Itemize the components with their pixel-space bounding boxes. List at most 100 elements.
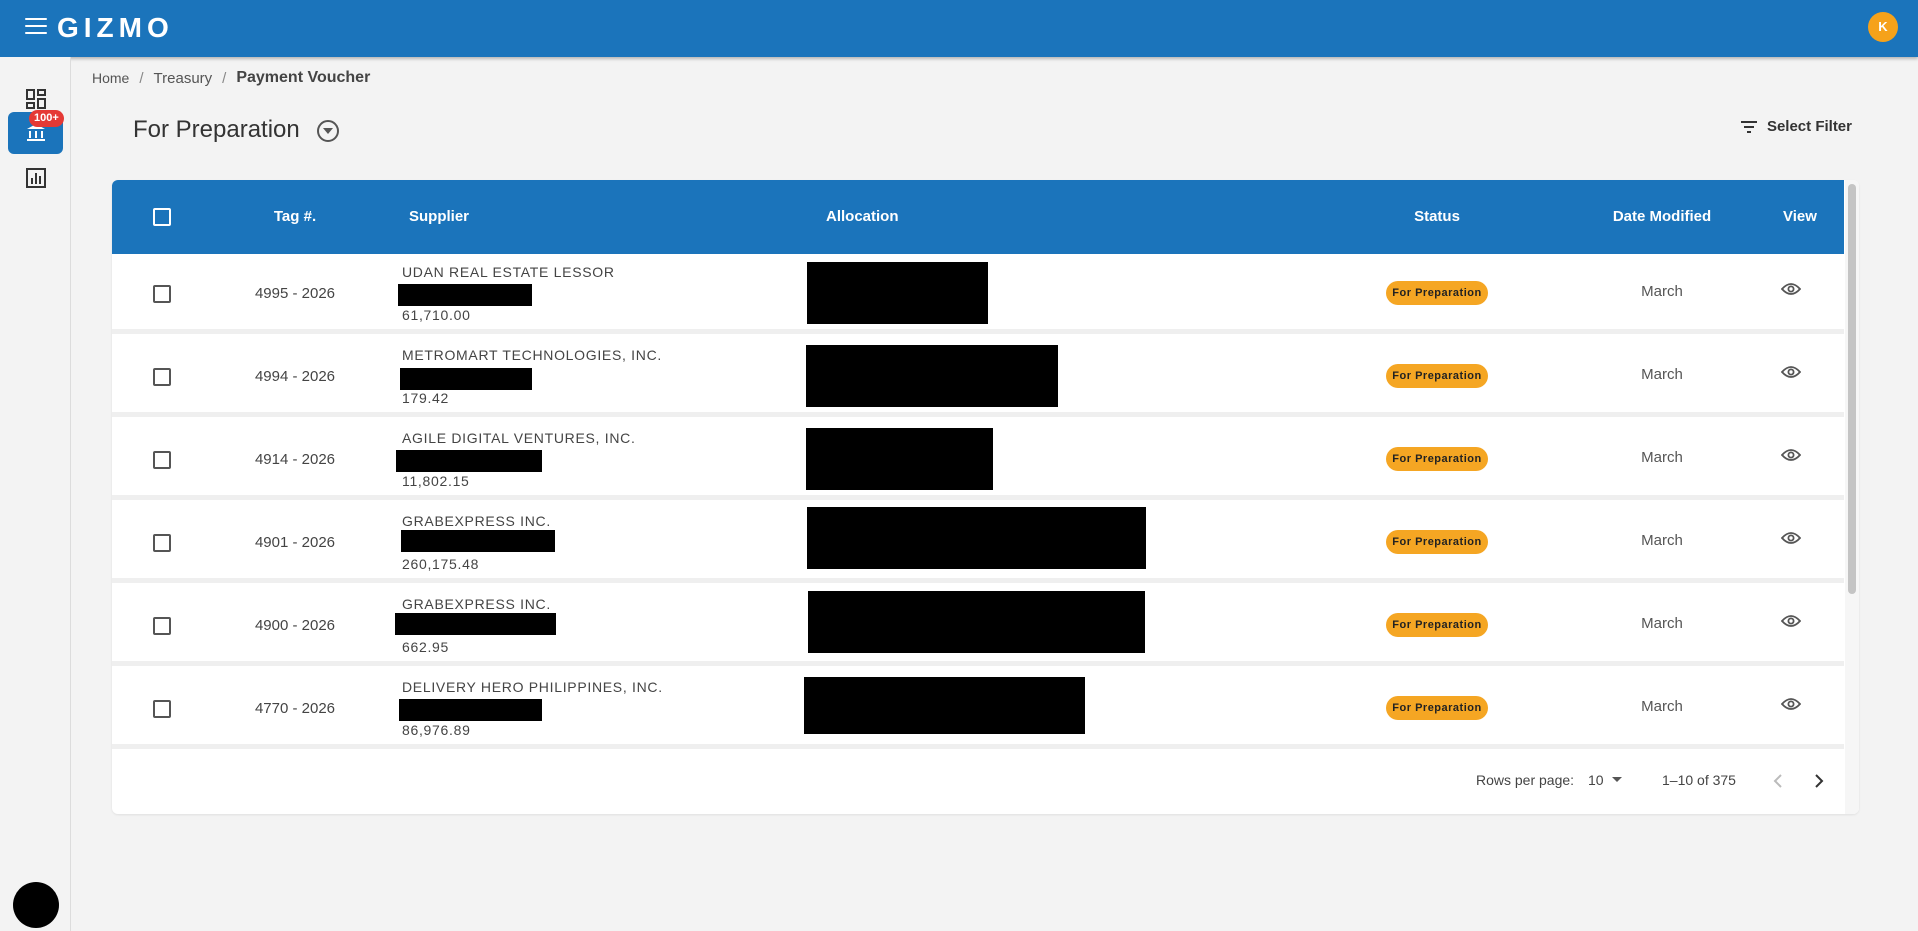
- tag-number: 4901 - 2026: [254, 534, 336, 551]
- header-date-modified[interactable]: Date Modified: [1582, 208, 1742, 225]
- date-modified: March: [1641, 449, 1683, 466]
- supplier-amount: 662.95: [402, 639, 450, 655]
- supplier-name: UDAN REAL ESTATE LESSOR: [402, 264, 615, 280]
- rows-per-page-value: 10: [1588, 772, 1604, 788]
- redacted-allocation: [808, 591, 1145, 653]
- view-dropdown-button[interactable]: [317, 120, 339, 142]
- tag-number: 4994 - 2026: [254, 368, 336, 385]
- help-fab[interactable]: [13, 882, 59, 928]
- date-modified: March: [1641, 532, 1683, 549]
- table-row[interactable]: 4914 - 2026 AGILE DIGITAL VENTURES, INC.…: [112, 420, 1844, 500]
- header-supplier[interactable]: Supplier: [409, 208, 469, 225]
- eye-icon[interactable]: [1781, 282, 1801, 296]
- side-nav: 100+: [0, 57, 71, 931]
- app-logo[interactable]: GIZMO: [57, 12, 174, 44]
- page-title: For Preparation: [133, 116, 300, 143]
- table-row[interactable]: 4900 - 2026 GRABEXPRESS INC. 662.95 For …: [112, 586, 1844, 666]
- redacted-allocation: [807, 507, 1146, 569]
- supplier-amount: 11,802.15: [402, 473, 470, 489]
- filter-icon: [1740, 120, 1757, 133]
- header-view: View: [1783, 208, 1817, 225]
- row-checkbox[interactable]: [153, 451, 171, 469]
- redacted-allocation: [807, 262, 988, 324]
- date-modified: March: [1641, 366, 1683, 383]
- supplier-name: METROMART TECHNOLOGIES, INC.: [402, 347, 662, 363]
- status-badge: For Preparation: [1386, 530, 1488, 554]
- top-app-bar: GIZMO K: [0, 0, 1918, 57]
- breadcrumb-separator: /: [139, 69, 144, 87]
- redacted-block: [395, 613, 556, 635]
- bar-chart-icon: [25, 168, 46, 188]
- nav-treasury[interactable]: 100+: [8, 110, 64, 154]
- redacted-allocation: [804, 677, 1085, 734]
- row-checkbox[interactable]: [153, 617, 171, 635]
- header-status[interactable]: Status: [1412, 208, 1462, 225]
- chevron-left-icon[interactable]: [1773, 774, 1783, 788]
- hamburger-menu-icon[interactable]: [25, 18, 47, 36]
- status-badge: For Preparation: [1386, 281, 1488, 305]
- row-checkbox[interactable]: [153, 368, 171, 386]
- redacted-block: [401, 530, 555, 552]
- eye-icon[interactable]: [1781, 448, 1801, 462]
- header-tag[interactable]: Tag #.: [252, 208, 338, 225]
- table-row[interactable]: 4994 - 2026 METROMART TECHNOLOGIES, INC.…: [112, 337, 1844, 417]
- eye-icon[interactable]: [1781, 365, 1801, 379]
- table-header: Tag #. Supplier Allocation Status Date M…: [112, 180, 1844, 254]
- tag-number: 4914 - 2026: [254, 451, 336, 468]
- supplier-amount: 61,710.00: [402, 307, 471, 323]
- status-badge: For Preparation: [1386, 364, 1488, 388]
- eye-icon[interactable]: [1781, 614, 1801, 628]
- scrollbar-thumb[interactable]: [1848, 184, 1856, 594]
- table-scrollbar[interactable]: [1845, 180, 1859, 814]
- table-row[interactable]: 4995 - 2026 UDAN REAL ESTATE LESSOR 61,7…: [112, 254, 1844, 334]
- tag-number: 4995 - 2026: [254, 285, 336, 302]
- select-all-checkbox[interactable]: [153, 208, 171, 226]
- header-allocation[interactable]: Allocation: [826, 208, 899, 225]
- tag-number: 4900 - 2026: [254, 617, 336, 634]
- tag-number: 4770 - 2026: [254, 700, 336, 717]
- breadcrumb-treasury[interactable]: Treasury: [154, 70, 213, 87]
- supplier-amount: 86,976.89: [402, 722, 471, 738]
- date-modified: March: [1641, 283, 1683, 300]
- chevron-right-icon[interactable]: [1814, 774, 1824, 788]
- nav-reports[interactable]: [8, 157, 63, 199]
- row-checkbox[interactable]: [153, 534, 171, 552]
- redacted-block: [399, 699, 542, 721]
- dashboard-icon: [25, 89, 46, 109]
- eye-icon[interactable]: [1781, 697, 1801, 711]
- rows-per-page-select[interactable]: 10: [1588, 772, 1622, 788]
- redacted-allocation: [806, 428, 993, 490]
- date-modified: March: [1641, 698, 1683, 715]
- eye-icon[interactable]: [1781, 531, 1801, 545]
- table-row[interactable]: 4770 - 2026 DELIVERY HERO PHILIPPINES, I…: [112, 669, 1844, 749]
- supplier-name: DELIVERY HERO PHILIPPINES, INC.: [402, 679, 663, 695]
- user-avatar[interactable]: K: [1868, 12, 1898, 42]
- notification-badge: 100+: [29, 110, 64, 127]
- date-modified: March: [1641, 615, 1683, 632]
- redacted-allocation: [806, 345, 1058, 407]
- redacted-block: [400, 368, 532, 390]
- pagination-range: 1–10 of 375: [1662, 772, 1736, 788]
- breadcrumb: Home / Treasury / Payment Voucher: [92, 69, 370, 87]
- supplier-amount: 179.42: [402, 390, 450, 406]
- select-filter-button[interactable]: Select Filter: [1740, 118, 1852, 135]
- supplier-name: AGILE DIGITAL VENTURES, INC.: [402, 430, 636, 446]
- status-badge: For Preparation: [1386, 613, 1488, 637]
- chevron-down-icon: [323, 127, 333, 134]
- row-checkbox[interactable]: [153, 285, 171, 303]
- breadcrumb-separator: /: [222, 69, 227, 87]
- supplier-amount: 260,175.48: [402, 556, 480, 572]
- breadcrumb-current: Payment Voucher: [236, 69, 371, 86]
- row-checkbox[interactable]: [153, 700, 171, 718]
- breadcrumb-home[interactable]: Home: [92, 70, 129, 86]
- caret-down-icon: [1611, 777, 1622, 782]
- status-badge: For Preparation: [1386, 696, 1488, 720]
- select-filter-label: Select Filter: [1766, 118, 1852, 135]
- data-table-card: Tag #. Supplier Allocation Status Date M…: [112, 180, 1859, 814]
- redacted-block: [398, 284, 532, 306]
- table-row[interactable]: 4901 - 2026 GRABEXPRESS INC. 260,175.48 …: [112, 503, 1844, 583]
- supplier-name: GRABEXPRESS INC.: [402, 513, 551, 529]
- rows-per-page-label: Rows per page:: [1476, 772, 1575, 788]
- redacted-block: [396, 450, 542, 472]
- supplier-name: GRABEXPRESS INC.: [402, 596, 551, 612]
